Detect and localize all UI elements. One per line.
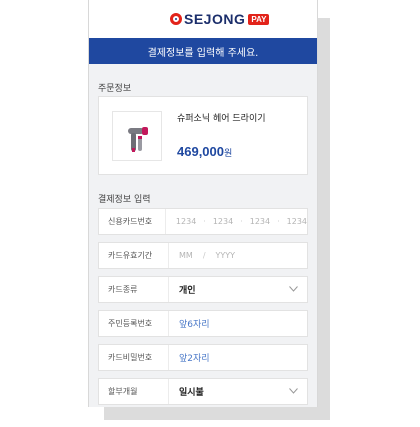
expiry-month-field[interactable]: MM [179,251,193,260]
product-card: 슈퍼소닉 헤어 드라이기 469,000원 [98,96,308,175]
sejong-logo-icon [170,13,182,25]
product-price: 469,000원 [177,144,232,159]
separator: · [277,217,280,226]
card-number-part-3[interactable]: 1234 [250,217,270,226]
expiry-year-field[interactable]: YYYY [216,251,236,260]
card-password-row: 카드비밀번호 앞2자리 [98,344,308,371]
card-type-label: 카드종류 [99,277,169,302]
sejong-pay-logo: SEJONG PAY [170,10,270,28]
resident-id-row: 주민등록번호 앞6자리 [98,310,308,337]
expiry-field[interactable]: MM / YYYY [169,251,235,260]
card-password-field[interactable]: 앞2자리 [169,351,210,364]
order-section-title: 주문정보 [98,84,132,94]
resident-id-field[interactable]: 앞6자리 [169,317,210,330]
card-number-row: 신용카드번호 1234 · 1234 · 1234 · 1234 [98,208,308,235]
card-type-select[interactable]: 카드종류 개인 [98,276,308,303]
card-number-label: 신용카드번호 [99,209,166,234]
installment-label: 할부개월 [99,379,169,404]
logo-bar: SEJONG PAY [89,0,317,38]
resident-id-label: 주민등록번호 [99,311,169,336]
hair-dryer-icon [128,127,148,152]
card-password-label: 카드비밀번호 [99,345,169,370]
expiry-separator: / [202,251,206,260]
installment-select[interactable]: 할부개월 일시불 [98,378,308,405]
product-name: 슈퍼소닉 헤어 드라이기 [177,114,266,124]
separator: · [203,217,206,226]
card-number-part-2[interactable]: 1234 [213,217,233,226]
chevron-down-icon[interactable] [289,286,298,292]
instruction-text: 결제정보를 입력해 주세요. [147,47,259,59]
price-amount: 469,000 [177,144,224,159]
separator: · [240,217,243,226]
chevron-down-icon[interactable] [289,388,298,394]
product-image [112,111,162,161]
instruction-banner: 결제정보를 입력해 주세요. [89,38,317,64]
card-number-part-1[interactable]: 1234 [176,217,196,226]
card-type-value[interactable]: 개인 [169,283,196,296]
installment-value[interactable]: 일시불 [169,385,204,398]
payment-section-title: 결제정보 입력 [98,195,151,205]
expiry-label: 카드유효기간 [99,243,169,268]
card-number-field[interactable]: 1234 · 1234 · 1234 · 1234 [166,217,307,226]
card-number-part-4[interactable]: 1234 [287,217,307,226]
logo-pay-badge: PAY [248,13,270,25]
price-unit: 원 [224,148,233,158]
expiry-row: 카드유효기간 MM / YYYY [98,242,308,269]
logo-text: SEJONG [184,11,246,27]
payment-screen: SEJONG PAY 결제정보를 입력해 주세요. 주문정보 슈퍼소닉 헤어 드… [88,0,318,407]
